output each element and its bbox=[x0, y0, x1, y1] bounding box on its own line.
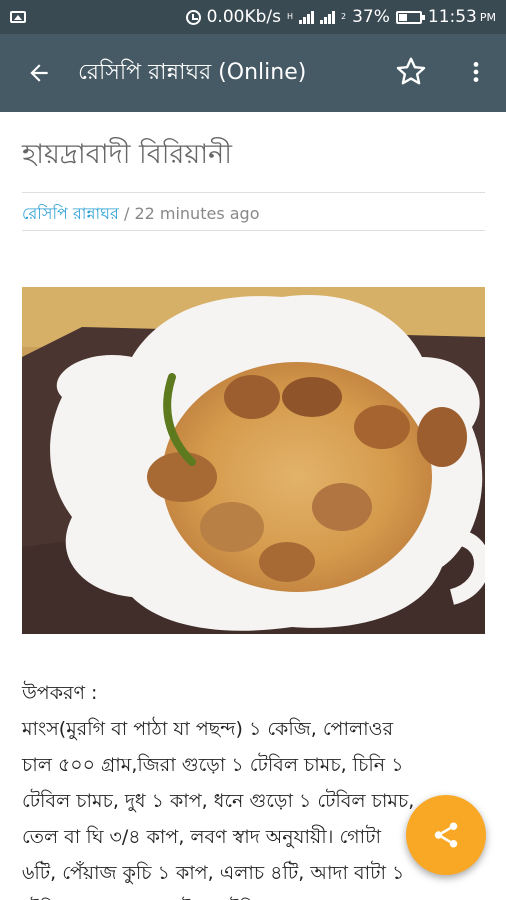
app-bar: রেসিপি রান্নাঘর (Online) bbox=[0, 34, 506, 112]
post-meta: রেসিপি রান্নাঘর / 22 minutes ago bbox=[22, 201, 259, 228]
body-line: চাল ৫০০ গ্রাম,জিরা গুড়ো ১ টেবিল চামচ, চ… bbox=[22, 754, 404, 776]
battery-percent: 37% bbox=[352, 7, 390, 27]
alarm-icon bbox=[185, 9, 201, 25]
divider-bottom bbox=[22, 230, 485, 231]
star-outline-icon bbox=[396, 57, 426, 85]
network-speed: 0.00Kb/s bbox=[206, 7, 281, 27]
author-link[interactable]: রেসিপি রান্নাঘর bbox=[22, 204, 119, 223]
clock-ampm: PM bbox=[479, 10, 496, 24]
back-arrow-icon bbox=[30, 64, 48, 82]
status-bar: 0.00Kb/s H 2 37% 11:53 PM bbox=[0, 0, 506, 34]
network-type-label: H bbox=[286, 12, 293, 21]
sim-index-label: 2 bbox=[340, 12, 347, 21]
share-icon bbox=[434, 822, 458, 848]
clock-time: 11:53 bbox=[427, 7, 477, 27]
divider-top bbox=[22, 192, 485, 193]
post-title: হায়দ্রাবাদী বিরিয়ানী bbox=[22, 139, 232, 170]
meta-separator: / bbox=[118, 204, 135, 223]
body-line: টেবিল চামচ, রসুন বাটা ১ টেবিল চামচ bbox=[22, 891, 492, 900]
app-title: রেসিপি রান্নাঘর (Online) bbox=[78, 59, 307, 85]
signal-2-icon bbox=[319, 10, 335, 24]
more-options-button[interactable] bbox=[450, 46, 502, 98]
recipe-photo bbox=[22, 287, 485, 634]
battery-icon bbox=[395, 10, 425, 24]
more-vert-icon bbox=[473, 62, 479, 82]
network-type: H bbox=[287, 13, 293, 21]
signal-1-icon bbox=[298, 10, 314, 24]
post-time: 22 minutes ago bbox=[134, 204, 260, 223]
back-button[interactable] bbox=[0, 34, 78, 112]
gallery-notification-icon bbox=[10, 11, 26, 23]
post-content[interactable]: হায়দ্রাবাদী বিরিয়ানী রেসিপি রান্নাঘর /… bbox=[0, 112, 506, 900]
body-line: উপকরণ : bbox=[22, 682, 98, 704]
share-fab-button[interactable] bbox=[406, 795, 486, 875]
favorite-button[interactable] bbox=[385, 46, 437, 98]
body-line: মাংস(মুরগি বা পাঠা যা পছন্দ) ১ কেজি, পোল… bbox=[22, 718, 394, 740]
